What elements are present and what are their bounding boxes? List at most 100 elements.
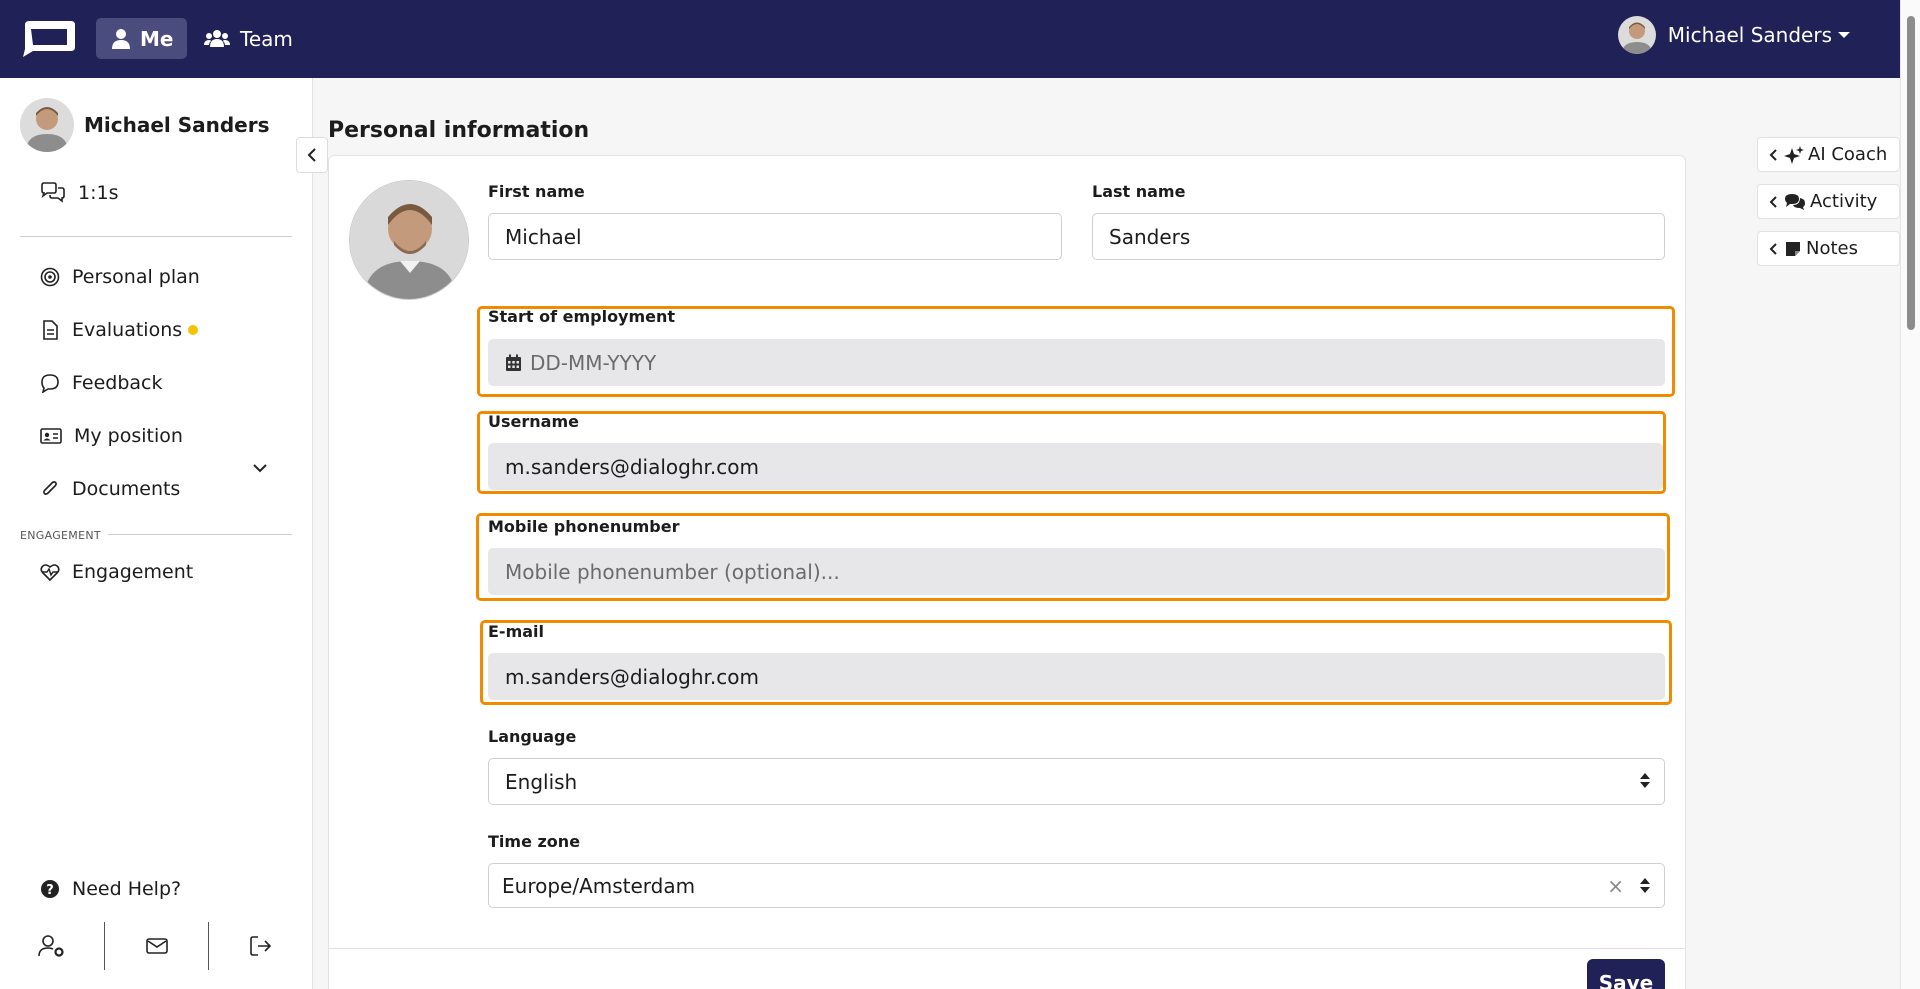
email-label: E-mail [488, 622, 545, 641]
sidebar-item-1on1s[interactable]: 1:1s [40, 178, 118, 208]
mobile-label: Mobile phonenumber [488, 517, 680, 536]
mobile-phone-input[interactable]: Mobile phonenumber (optional)... [488, 548, 1665, 595]
sidebar-item-label: 1:1s [78, 182, 119, 204]
user-menu-name: Michael Sanders [1667, 23, 1832, 47]
sidebar-item-evaluations[interactable]: Evaluations [40, 315, 199, 345]
section-divider [108, 534, 292, 535]
profile-photo[interactable] [349, 180, 469, 300]
sidebar-item-my-position[interactable]: My position [40, 421, 183, 451]
save-button[interactable]: Save [1587, 959, 1665, 989]
language-value: English [505, 769, 578, 794]
start-employment-placeholder: DD-MM-YYYY [530, 350, 657, 375]
select-arrows-icon [1640, 773, 1650, 788]
nav-me-button[interactable]: Me [96, 18, 188, 59]
app-logo[interactable] [19, 19, 77, 59]
mobile-placeholder: Mobile phonenumber (optional)... [505, 559, 840, 584]
sidebar-item-label: Documents [72, 478, 181, 500]
first-name-value: Michael [505, 224, 582, 249]
nav-team-label: Team [240, 26, 293, 51]
chevron-down-icon [1838, 32, 1850, 38]
calendar-icon [506, 354, 521, 371]
sidebar-item-feedback[interactable]: Feedback [40, 368, 162, 398]
help-link[interactable]: ? Need Help? [40, 874, 181, 904]
document-icon [43, 320, 58, 340]
tab-activity[interactable]: Activity [1757, 184, 1900, 219]
language-select[interactable]: English [488, 758, 1665, 805]
language-label: Language [488, 727, 577, 746]
sidebar-item-documents[interactable]: Documents [40, 474, 180, 504]
notification-dot [188, 325, 199, 335]
timezone-label: Time zone [488, 832, 581, 851]
scrollbar-thumb[interactable] [1907, 16, 1915, 330]
email-input[interactable]: m.sanders@dialoghr.com [488, 653, 1665, 700]
chat-bubbles-icon [41, 182, 65, 203]
id-card-icon [40, 428, 62, 444]
first-name-label: First name [488, 182, 585, 201]
target-icon [40, 267, 60, 287]
sidebar-footer [0, 922, 313, 970]
logout-button[interactable] [209, 922, 313, 970]
svg-text:?: ? [46, 883, 54, 898]
save-label: Save [1598, 971, 1654, 989]
select-arrows-icon [1640, 878, 1650, 893]
username-input[interactable]: m.sanders@dialoghr.com [488, 443, 1663, 490]
user-menu-dropdown[interactable]: Michael Sanders [1617, 16, 1850, 54]
sidebar-item-label: Evaluations [72, 319, 183, 341]
note-icon [1786, 241, 1800, 256]
heart-pulse-icon [40, 564, 60, 582]
help-label: Need Help? [72, 878, 182, 900]
avatar [1617, 16, 1656, 54]
sidebar-item-label: My position [74, 425, 183, 447]
top-navigation-bar: Me Team Michael Sanders [0, 0, 1900, 78]
last-name-input[interactable]: Sanders [1092, 213, 1665, 260]
timezone-select[interactable]: Europe/Amsterdam × [488, 863, 1665, 908]
chevron-left-icon [1769, 195, 1777, 208]
sidebar-item-label: Engagement [72, 561, 194, 583]
sidebar: Michael Sanders 1:1s Personal plan Evalu… [0, 78, 313, 989]
first-name-input[interactable]: Michael [488, 213, 1062, 260]
card-footer-divider [329, 948, 1685, 949]
sidebar-divider [20, 236, 292, 237]
messages-button[interactable] [105, 922, 209, 970]
paperclip-icon [43, 481, 57, 495]
chevron-down-icon[interactable] [252, 463, 268, 473]
page-scrollbar[interactable] [1900, 0, 1920, 989]
start-employment-label: Start of employment [488, 307, 676, 326]
envelope-icon [145, 938, 168, 954]
tab-ai-coach[interactable]: AI Coach [1757, 137, 1900, 172]
user-icon [112, 28, 130, 49]
user-gear-icon [38, 935, 64, 957]
sidebar-item-label: Feedback [72, 372, 163, 394]
nav-me-label: Me [140, 26, 174, 51]
last-name-value: Sanders [1109, 224, 1191, 249]
username-label: Username [488, 412, 579, 431]
last-name-label: Last name [1092, 182, 1186, 201]
timezone-value: Europe/Amsterdam [502, 873, 696, 898]
chevron-left-icon [1769, 148, 1777, 161]
collapse-sidebar-button[interactable] [296, 137, 328, 173]
sidebar-profile[interactable]: Michael Sanders [20, 98, 270, 152]
nav-team-button[interactable]: Team [188, 18, 307, 59]
page-title: Personal information [328, 118, 590, 143]
tab-label: AI Coach [1808, 144, 1888, 165]
start-employment-date-input[interactable]: DD-MM-YYYY [488, 339, 1665, 386]
question-circle-icon: ? [41, 880, 59, 898]
user-settings-button[interactable] [0, 922, 104, 970]
sparkles-icon [1784, 145, 1804, 164]
logout-icon [250, 936, 272, 956]
chevron-left-icon [307, 148, 316, 162]
email-value: m.sanders@dialoghr.com [505, 664, 759, 689]
tab-label: Activity [1810, 191, 1878, 212]
section-label-engagement: ENGAGEMENT [20, 529, 101, 542]
clear-icon[interactable]: × [1607, 874, 1624, 898]
chevron-left-icon [1769, 242, 1777, 255]
comments-icon [1785, 193, 1805, 210]
username-value: m.sanders@dialoghr.com [505, 454, 759, 479]
tab-notes[interactable]: Notes [1757, 231, 1900, 266]
speech-bubble-icon [41, 374, 59, 393]
sidebar-item-engagement[interactable]: Engagement [40, 557, 193, 587]
avatar [20, 98, 74, 152]
sidebar-item-personal-plan[interactable]: Personal plan [40, 262, 200, 292]
profile-name: Michael Sanders [84, 113, 270, 137]
users-icon [204, 29, 230, 47]
